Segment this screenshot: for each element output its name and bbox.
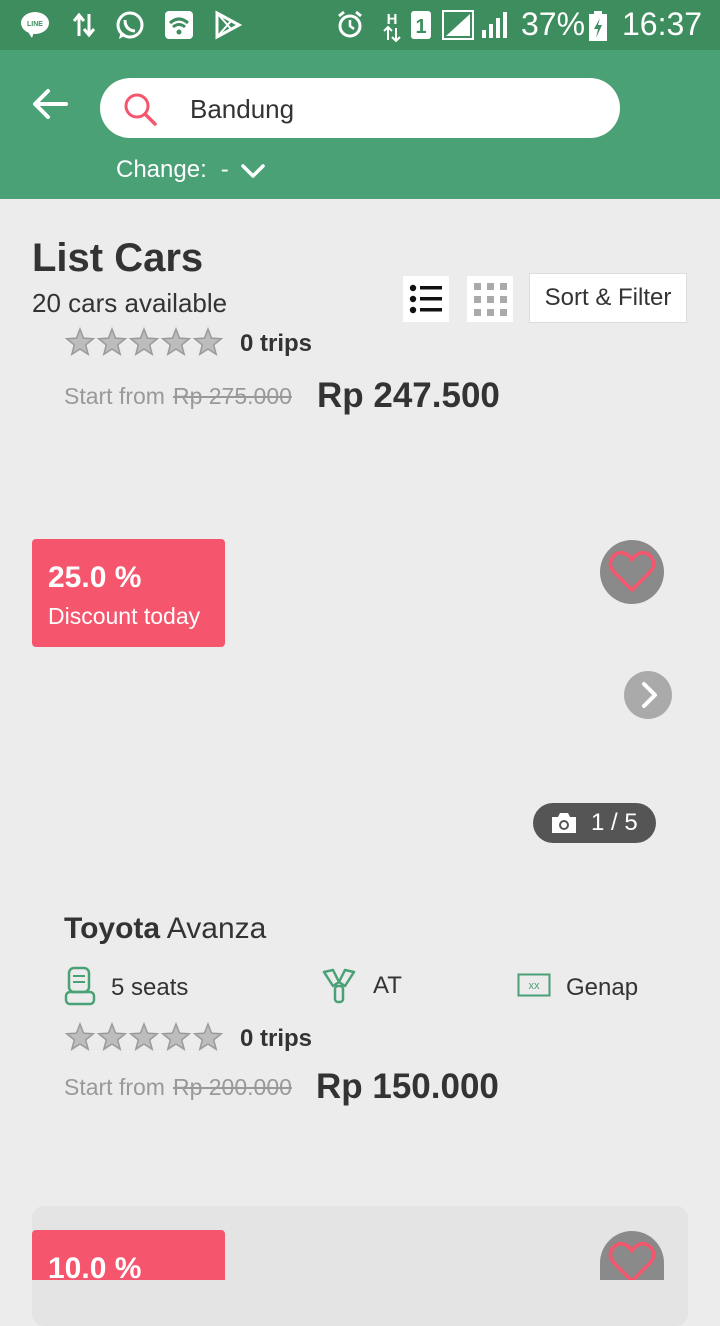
star-icon	[192, 326, 224, 356]
discounted-price: Rp 150.000	[316, 1067, 499, 1106]
star-icon	[160, 1021, 192, 1051]
chevron-right-icon	[642, 682, 657, 708]
page-title: List Cars	[32, 236, 204, 280]
seat-icon	[64, 966, 96, 1006]
discount-text: Discount today	[48, 603, 201, 629]
alarm-icon	[338, 10, 362, 38]
start-from-label: Start from	[64, 1074, 165, 1100]
star-icon	[64, 1021, 96, 1051]
photo-counter: 1 / 5	[533, 803, 656, 843]
price-row: Start from Rp 200.000	[64, 1074, 292, 1101]
next-photo-button[interactable]	[624, 671, 672, 719]
price-row: Start from Rp 275.000	[64, 383, 292, 410]
app-header: Change:-	[0, 50, 720, 199]
car-model: Avanza	[166, 912, 267, 945]
signal-icon	[442, 10, 474, 40]
discounted-price: Rp 247.500	[317, 376, 500, 415]
clock: 16:37	[622, 6, 703, 42]
wifi-icon	[165, 11, 193, 39]
rating-stars	[64, 326, 224, 356]
star-icon	[96, 326, 128, 356]
transmission-icon	[322, 968, 356, 1004]
battery-percent: 37%	[521, 6, 586, 42]
svg-text:LINE: LINE	[27, 21, 43, 28]
star-icon	[192, 1021, 224, 1051]
svg-text:H: H	[387, 11, 398, 28]
discount-percent: 10.0 %	[48, 1252, 142, 1280]
line-icon: LINE	[21, 12, 49, 38]
search-box[interactable]	[100, 78, 620, 140]
trips-count: 0 trips	[240, 1025, 313, 1052]
cars-available-count: 20 cars available	[32, 288, 228, 318]
original-price: Rp 200.000	[172, 1074, 292, 1100]
discount-badge: 25.0 % Discount today	[32, 539, 225, 647]
status-bar: LINE H 1 37% 16:37	[0, 0, 720, 50]
svg-text:1: 1	[415, 16, 426, 38]
back-arrow-icon[interactable]	[28, 82, 72, 126]
rating-stars	[64, 1021, 224, 1051]
battery-charging-icon	[589, 11, 607, 41]
star-icon	[128, 1021, 160, 1051]
plate-label: Genap	[566, 974, 639, 1001]
seats-label: 5 seats	[111, 974, 189, 1001]
grid-view-icon	[474, 283, 507, 316]
star-icon	[64, 326, 96, 356]
whatsapp-icon	[116, 11, 144, 39]
camera-icon	[552, 813, 576, 833]
search-icon	[124, 93, 157, 126]
transmission-label: AT	[373, 972, 402, 999]
car-brand: Toyota	[64, 912, 161, 945]
change-value: -	[220, 156, 229, 183]
car-name[interactable]: Toyota Avanza	[64, 912, 266, 946]
star-icon	[128, 326, 160, 356]
change-selector[interactable]: Change: -	[116, 156, 229, 184]
heart-icon	[608, 550, 656, 592]
grid-view-button[interactable]	[467, 276, 513, 322]
chevron-down-icon[interactable]	[240, 160, 266, 182]
data-arrows-icon	[72, 12, 96, 38]
plate-icon-text: xx	[529, 980, 541, 992]
trips-count: 0 trips	[240, 330, 313, 357]
discount-percent: 25.0 %	[48, 561, 142, 594]
start-from-label: Start from	[64, 383, 165, 409]
play-store-icon	[215, 10, 242, 40]
sort-filter-button[interactable]: Sort & Filter	[529, 273, 687, 323]
star-icon	[160, 326, 192, 356]
favorite-button[interactable]	[600, 540, 664, 604]
change-label: Change:	[116, 156, 207, 183]
star-icon	[96, 1021, 128, 1051]
signal2-icon	[482, 12, 507, 38]
sim1-icon: 1	[411, 11, 431, 39]
original-price: Rp 275.000	[172, 383, 292, 409]
photo-counter-text: 1 / 5	[591, 809, 638, 836]
discount-badge: 10.0 %	[32, 1230, 225, 1280]
license-plate-icon: xx	[517, 973, 551, 997]
h-signal-icon: H	[383, 11, 401, 42]
list-view-icon	[409, 284, 442, 314]
search-input[interactable]	[188, 78, 592, 140]
list-view-button[interactable]	[403, 276, 449, 322]
